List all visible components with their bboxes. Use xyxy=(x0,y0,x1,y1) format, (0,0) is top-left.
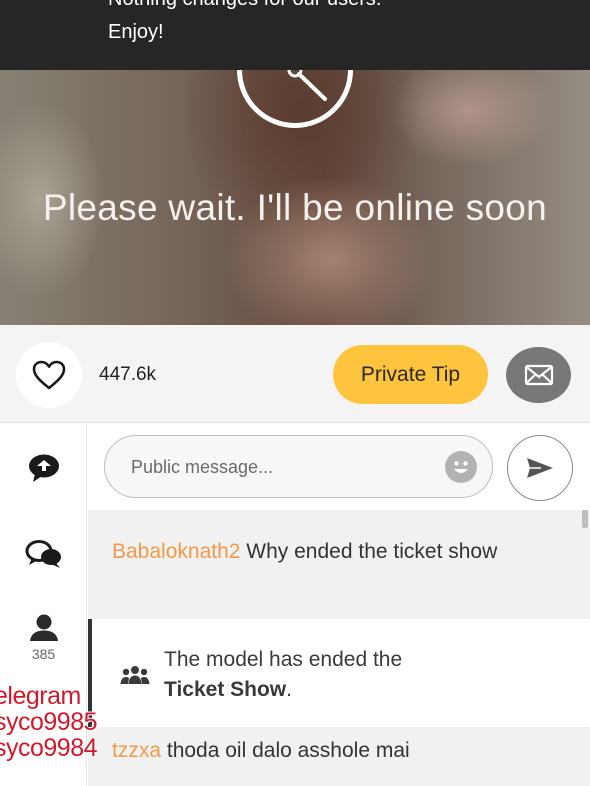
emoji-button[interactable] xyxy=(445,451,477,483)
conversations-icon xyxy=(25,540,61,568)
private-message-button[interactable] xyxy=(506,347,571,403)
chat-input-row xyxy=(88,424,590,510)
system-message: The model has ended the Ticket Show. xyxy=(88,619,590,727)
chat-scrollbar[interactable] xyxy=(582,510,588,528)
public-message-field[interactable] xyxy=(104,435,493,498)
send-button[interactable] xyxy=(507,435,573,501)
notice-banner: Nothing changes for our users. Enjoy! xyxy=(0,0,590,70)
action-bar: 447.6k Private Tip xyxy=(0,325,590,423)
rail-item-conversations[interactable] xyxy=(0,538,87,570)
system-message-text: The model has ended the xyxy=(164,648,403,671)
envelope-icon xyxy=(524,364,553,386)
video-player[interactable]: Please wait. I'll be online soon Nothing… xyxy=(0,0,590,325)
message-text: thoda oil dalo asshole mai xyxy=(166,739,410,762)
system-message-suffix: . xyxy=(286,678,292,701)
users-count: 385 xyxy=(31,646,56,662)
like-button[interactable] xyxy=(16,342,82,408)
system-message-highlight: Ticket Show xyxy=(164,678,287,701)
message-username[interactable]: Babaloknath2 xyxy=(112,540,240,563)
heart-icon xyxy=(32,360,66,390)
send-icon xyxy=(527,458,553,478)
private-tip-button[interactable]: Private Tip xyxy=(333,345,488,404)
chat-message-text-row: tzzxa thoda oil dalo asshole mai xyxy=(112,739,410,763)
user-icon xyxy=(29,614,58,641)
message-text: Why ended the ticket show xyxy=(246,540,498,563)
notice-line-2: Enjoy! xyxy=(108,21,164,43)
stream-status-text: Please wait. I'll be online soon xyxy=(42,187,548,228)
emoji-icon xyxy=(454,461,468,473)
rail-item-users[interactable] xyxy=(0,614,87,642)
message-username[interactable]: tzzxa xyxy=(112,739,161,762)
like-count: 447.6k xyxy=(99,364,157,385)
chat-bubble-icon xyxy=(28,454,59,482)
watermark-line: elegram xyxy=(0,682,81,710)
notice-line-1: Nothing changes for our users. xyxy=(108,0,382,11)
watermark-overlay: elegram syco9985 syco9984 xyxy=(0,682,98,762)
public-message-input[interactable] xyxy=(131,450,431,484)
rail-item-public-chat[interactable] xyxy=(0,452,87,484)
watermark-line: syco9985 xyxy=(0,708,98,736)
group-icon xyxy=(120,666,150,684)
chat-message: Babaloknath2 Why ended the ticket show xyxy=(88,510,590,619)
watermark-line: syco9984 xyxy=(0,734,98,762)
